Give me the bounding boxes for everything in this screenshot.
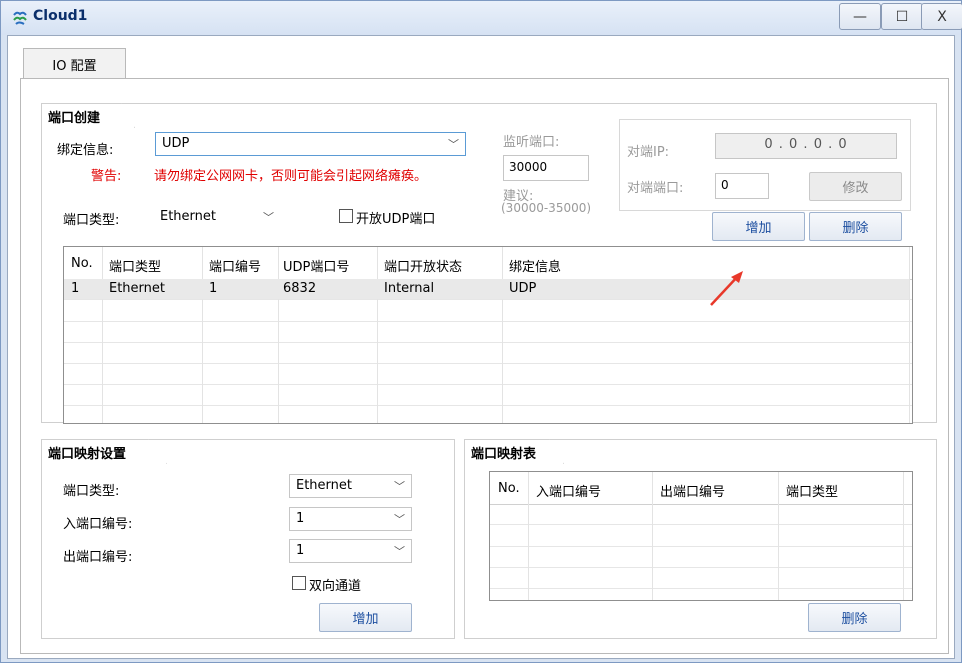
delete-port-button[interactable]: 删除	[809, 212, 902, 241]
close-button[interactable]: X	[921, 3, 962, 30]
bidirectional-label: 双向通道	[309, 579, 362, 594]
add-port-button[interactable]: 增加	[712, 212, 805, 241]
table-cell: Internal	[384, 281, 435, 296]
table-cell: UDP	[509, 281, 537, 296]
out-port-select[interactable]: 1 ﹀	[289, 539, 412, 563]
table-cell: Ethernet	[109, 281, 165, 296]
delete-mapping-button[interactable]: 删除	[808, 603, 901, 632]
title-bar[interactable]: Cloud1 — ☐ X	[1, 1, 962, 35]
port-mapping-table-title: 端口映射表	[464, 439, 564, 464]
column-header[interactable]: 端口类型	[786, 481, 838, 500]
port-table[interactable]: No. 端口类型 端口编号 UDP端口号 端口开放状态 绑定信息 1 Ether…	[63, 246, 913, 424]
warning-text: 请勿绑定公网网卡，否则可能会引起网络瘫痪。	[154, 169, 428, 184]
cloud-app-icon	[13, 11, 27, 25]
port-mapping-table[interactable]: No. 入端口编号 出端口编号 端口类型	[489, 471, 913, 601]
chevron-down-icon: ﹀	[394, 513, 405, 526]
open-udp-label: 开放UDP端口	[356, 212, 436, 227]
bidirectional-checkbox[interactable]	[292, 576, 306, 590]
listen-port-input[interactable]: 30000	[503, 155, 589, 181]
open-udp-checkbox[interactable]	[339, 209, 353, 223]
chevron-down-icon: ﹀	[448, 138, 459, 151]
listen-port-label: 监听端口:	[503, 135, 560, 150]
in-port-value: 1	[296, 511, 305, 526]
window: Cloud1 — ☐ X IO 配置 端口创建 绑定信息: UDP ﹀ 警告: …	[0, 0, 962, 663]
port-type-select-value: Ethernet	[160, 209, 216, 224]
suggest-range: (30000-35000)	[501, 201, 592, 215]
column-header[interactable]: 入端口编号	[536, 481, 601, 500]
port-creation-title: 端口创建	[41, 103, 135, 128]
binding-select-value: UDP	[162, 136, 190, 151]
tab-io-config[interactable]: IO 配置	[23, 48, 126, 79]
column-header[interactable]: UDP端口号	[283, 256, 349, 275]
mapping-port-type-label: 端口类型:	[63, 484, 120, 499]
column-header[interactable]: 端口编号	[209, 256, 261, 275]
annotation-arrow-icon	[710, 271, 743, 306]
port-mapping-settings-title: 端口映射设置	[41, 439, 167, 464]
peer-ip-input[interactable]: 0 . 0 . 0 . 0	[715, 133, 897, 159]
out-port-value: 1	[296, 543, 305, 558]
column-header[interactable]: 端口开放状态	[384, 256, 462, 275]
column-header[interactable]: 绑定信息	[509, 256, 561, 275]
mapping-port-type-select[interactable]: Ethernet ﹀	[289, 474, 412, 498]
binding-label: 绑定信息:	[57, 143, 114, 158]
window-title: Cloud1	[33, 8, 88, 24]
maximize-button[interactable]: ☐	[881, 3, 923, 30]
chevron-down-icon: ﹀	[394, 480, 405, 493]
peer-port-label: 对端端口:	[627, 181, 684, 196]
table-cell: 6832	[283, 281, 317, 296]
column-header[interactable]: 出端口编号	[660, 481, 725, 500]
client-area: IO 配置 端口创建 绑定信息: UDP ﹀ 警告: 请勿绑定公网网卡，否则可能…	[7, 35, 955, 659]
column-header[interactable]: No.	[498, 481, 520, 496]
add-mapping-button[interactable]: 增加	[319, 603, 412, 632]
table-cell: 1	[71, 281, 80, 296]
in-port-label: 入端口编号:	[63, 517, 133, 532]
mapping-port-type-value: Ethernet	[296, 478, 352, 493]
column-header[interactable]: No.	[71, 256, 93, 271]
peer-port-input[interactable]: 0	[715, 173, 769, 199]
port-type-label: 端口类型:	[63, 213, 120, 228]
peer-ip-label: 对端IP:	[627, 145, 670, 160]
modify-button[interactable]: 修改	[809, 172, 902, 201]
out-port-label: 出端口编号:	[63, 550, 133, 565]
peer-ip-value: 0 . 0 . 0 . 0	[764, 137, 848, 152]
minimize-button[interactable]: —	[839, 3, 881, 30]
port-type-select[interactable]: Ethernet ﹀	[153, 205, 281, 229]
binding-select[interactable]: UDP ﹀	[155, 132, 466, 156]
chevron-down-icon: ﹀	[394, 545, 405, 558]
table-cell: 1	[209, 281, 218, 296]
chevron-down-icon: ﹀	[263, 211, 274, 224]
warning-label: 警告:	[91, 169, 122, 184]
tab-panel-io-config: 端口创建 绑定信息: UDP ﹀ 警告: 请勿绑定公网网卡，否则可能会引起网络瘫…	[20, 78, 949, 654]
column-header[interactable]: 端口类型	[109, 256, 161, 275]
table-row[interactable]: 1 Ethernet 1 6832 Internal UDP	[64, 279, 909, 299]
in-port-select[interactable]: 1 ﹀	[289, 507, 412, 531]
